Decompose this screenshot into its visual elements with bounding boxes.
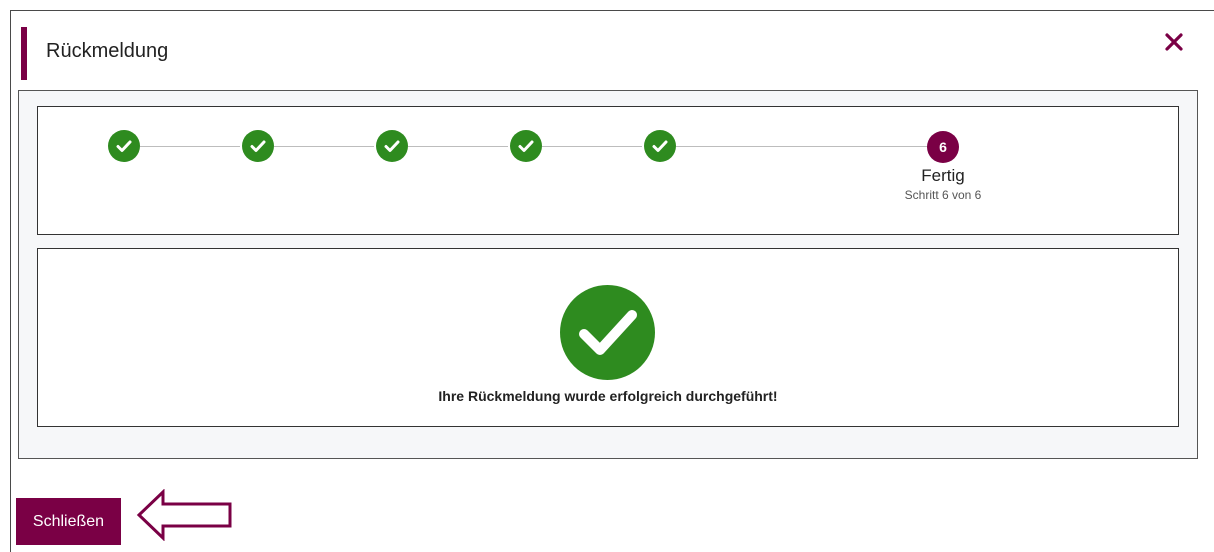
step-current-number: 6 (927, 131, 959, 163)
close-button[interactable]: Schließen (16, 498, 121, 545)
success-check-icon (560, 285, 655, 380)
step-connector (140, 146, 240, 147)
stepper (37, 106, 1179, 235)
step-connector (274, 146, 374, 147)
step-4-checkmark-icon (510, 130, 542, 162)
step-5-checkmark-icon (644, 130, 676, 162)
step-1-checkmark-icon (108, 130, 140, 162)
dialog-title: Rückmeldung (46, 40, 169, 62)
step-progress-text: Schritt 6 von 6 (904, 188, 982, 202)
step-connector (542, 146, 642, 147)
step-2-checkmark-icon (242, 130, 274, 162)
step-3-checkmark-icon (376, 130, 408, 162)
result-message: Ihre Rückmeldung wurde erfolgreich durch… (438, 388, 778, 404)
title-accent-bar (21, 27, 27, 80)
left-arrow-icon (136, 488, 234, 542)
step-connector (676, 146, 927, 147)
step-current-label: Fertig (921, 166, 965, 185)
step-connector (408, 146, 508, 147)
close-icon[interactable] (1160, 28, 1188, 56)
